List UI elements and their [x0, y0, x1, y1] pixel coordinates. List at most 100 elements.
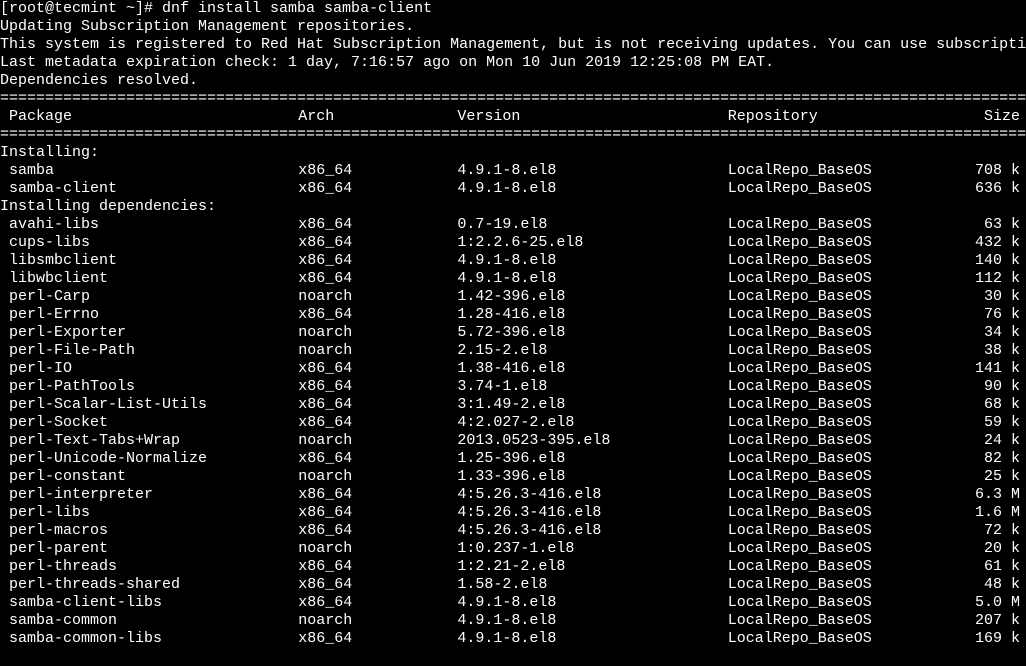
table-row: samba-common-libsx86_644.9.1-8.el8LocalR… [0, 630, 1026, 648]
cell-package: perl-Text-Tabs+Wrap [0, 432, 298, 450]
cell-repository: LocalRepo_BaseOS [728, 234, 922, 252]
table-row: perl-threadsx86_641:2.21-2.el8LocalRepo_… [0, 558, 1026, 576]
cell-size: 6.3 M [922, 486, 1026, 504]
cell-repository: LocalRepo_BaseOS [728, 306, 922, 324]
cell-size: 708 k [922, 162, 1026, 180]
col-header-package: Package [0, 108, 298, 126]
table-row: perl-IOx86_641.38-416.el8LocalRepo_BaseO… [0, 360, 1026, 378]
cell-repository: LocalRepo_BaseOS [728, 468, 922, 486]
cell-repository: LocalRepo_BaseOS [728, 324, 922, 342]
cell-size: 72 k [922, 522, 1026, 540]
cell-package: perl-Exporter [0, 324, 298, 342]
table-row: avahi-libsx86_640.7-19.el8LocalRepo_Base… [0, 216, 1026, 234]
cell-version: 1.33-396.el8 [457, 468, 727, 486]
cell-arch: x86_64 [298, 252, 457, 270]
cell-package: perl-macros [0, 522, 298, 540]
cell-version: 1.42-396.el8 [457, 288, 727, 306]
cell-arch: x86_64 [298, 234, 457, 252]
cell-size: 112 k [922, 270, 1026, 288]
table-row: perl-File-Pathnoarch2.15-2.el8LocalRepo_… [0, 342, 1026, 360]
cell-package: samba-common [0, 612, 298, 630]
cell-version: 1:2.2.6-25.el8 [457, 234, 727, 252]
col-header-version: Version [457, 108, 727, 126]
cell-size: 24 k [922, 432, 1026, 450]
cell-version: 1:0.237-1.el8 [457, 540, 727, 558]
cell-size: 82 k [922, 450, 1026, 468]
col-header-arch: Arch [298, 108, 457, 126]
cell-version: 4.9.1-8.el8 [457, 594, 727, 612]
cell-package: libwbclient [0, 270, 298, 288]
cell-size: 38 k [922, 342, 1026, 360]
cell-arch: x86_64 [298, 180, 457, 198]
cell-repository: LocalRepo_BaseOS [728, 342, 922, 360]
cell-package: perl-Unicode-Normalize [0, 450, 298, 468]
cell-version: 1.25-396.el8 [457, 450, 727, 468]
cell-size: 63 k [922, 216, 1026, 234]
cell-arch: x86_64 [298, 630, 457, 648]
cell-package: samba-common-libs [0, 630, 298, 648]
cell-arch: noarch [298, 468, 457, 486]
cell-version: 3.74-1.el8 [457, 378, 727, 396]
table-row: perl-PathToolsx86_643.74-1.el8LocalRepo_… [0, 378, 1026, 396]
cell-size: 432 k [922, 234, 1026, 252]
table-row: perl-Exporternoarch5.72-396.el8LocalRepo… [0, 324, 1026, 342]
cell-size: 30 k [922, 288, 1026, 306]
table-row: libsmbclientx86_644.9.1-8.el8LocalRepo_B… [0, 252, 1026, 270]
cell-package: perl-PathTools [0, 378, 298, 396]
cell-repository: LocalRepo_BaseOS [728, 270, 922, 288]
cell-package: perl-threads [0, 558, 298, 576]
cell-arch: x86_64 [298, 486, 457, 504]
terminal-output[interactable]: [root@tecmint ~]# dnf install samba samb… [0, 0, 1026, 648]
table-row: perl-Scalar-List-Utilsx86_643:1.49-2.el8… [0, 396, 1026, 414]
cell-package: samba-client [0, 180, 298, 198]
cell-arch: x86_64 [298, 594, 457, 612]
table-row: samba-client-libsx86_644.9.1-8.el8LocalR… [0, 594, 1026, 612]
table-row: perl-threads-sharedx86_641.58-2.el8Local… [0, 576, 1026, 594]
section-title: Installing dependencies: [0, 198, 1026, 216]
table-row: perl-Socketx86_644:2.027-2.el8LocalRepo_… [0, 414, 1026, 432]
cell-version: 2013.0523-395.el8 [457, 432, 727, 450]
cell-size: 76 k [922, 306, 1026, 324]
table-row: libwbclientx86_644.9.1-8.el8LocalRepo_Ba… [0, 270, 1026, 288]
col-header-size: Size [922, 108, 1026, 126]
cell-size: 1.6 M [922, 504, 1026, 522]
cell-repository: LocalRepo_BaseOS [728, 414, 922, 432]
cell-package: perl-Errno [0, 306, 298, 324]
table-row: perl-libsx86_644:5.26.3-416.el8LocalRepo… [0, 504, 1026, 522]
cell-repository: LocalRepo_BaseOS [728, 360, 922, 378]
cell-repository: LocalRepo_BaseOS [728, 612, 922, 630]
cell-version: 4.9.1-8.el8 [457, 270, 727, 288]
cell-arch: noarch [298, 540, 457, 558]
cell-package: samba-client-libs [0, 594, 298, 612]
cell-package: cups-libs [0, 234, 298, 252]
prompt-line: [root@tecmint ~]# dnf install samba samb… [0, 0, 1026, 18]
cell-version: 4:2.027-2.el8 [457, 414, 727, 432]
cell-arch: noarch [298, 342, 457, 360]
cell-version: 4:5.26.3-416.el8 [457, 522, 727, 540]
cell-package: avahi-libs [0, 216, 298, 234]
cell-repository: LocalRepo_BaseOS [728, 162, 922, 180]
table-row: perl-constantnoarch1.33-396.el8LocalRepo… [0, 468, 1026, 486]
table-row: samba-clientx86_644.9.1-8.el8LocalRepo_B… [0, 180, 1026, 198]
cell-size: 34 k [922, 324, 1026, 342]
cell-arch: noarch [298, 432, 457, 450]
cell-arch: x86_64 [298, 378, 457, 396]
cell-size: 90 k [922, 378, 1026, 396]
cell-size: 636 k [922, 180, 1026, 198]
cell-package: perl-Carp [0, 288, 298, 306]
cell-version: 4.9.1-8.el8 [457, 612, 727, 630]
cell-arch: x86_64 [298, 216, 457, 234]
cell-arch: x86_64 [298, 396, 457, 414]
table-row: perl-Errnox86_641.28-416.el8LocalRepo_Ba… [0, 306, 1026, 324]
cell-version: 4.9.1-8.el8 [457, 162, 727, 180]
ruler-mid: ========================================… [0, 126, 1026, 144]
cell-repository: LocalRepo_BaseOS [728, 540, 922, 558]
cell-repository: LocalRepo_BaseOS [728, 216, 922, 234]
cell-size: 48 k [922, 576, 1026, 594]
cell-repository: LocalRepo_BaseOS [728, 180, 922, 198]
cell-size: 207 k [922, 612, 1026, 630]
cell-repository: LocalRepo_BaseOS [728, 396, 922, 414]
shell-command: dnf install samba samba-client [162, 0, 432, 17]
col-header-repository: Repository [728, 108, 922, 126]
cell-arch: x86_64 [298, 558, 457, 576]
